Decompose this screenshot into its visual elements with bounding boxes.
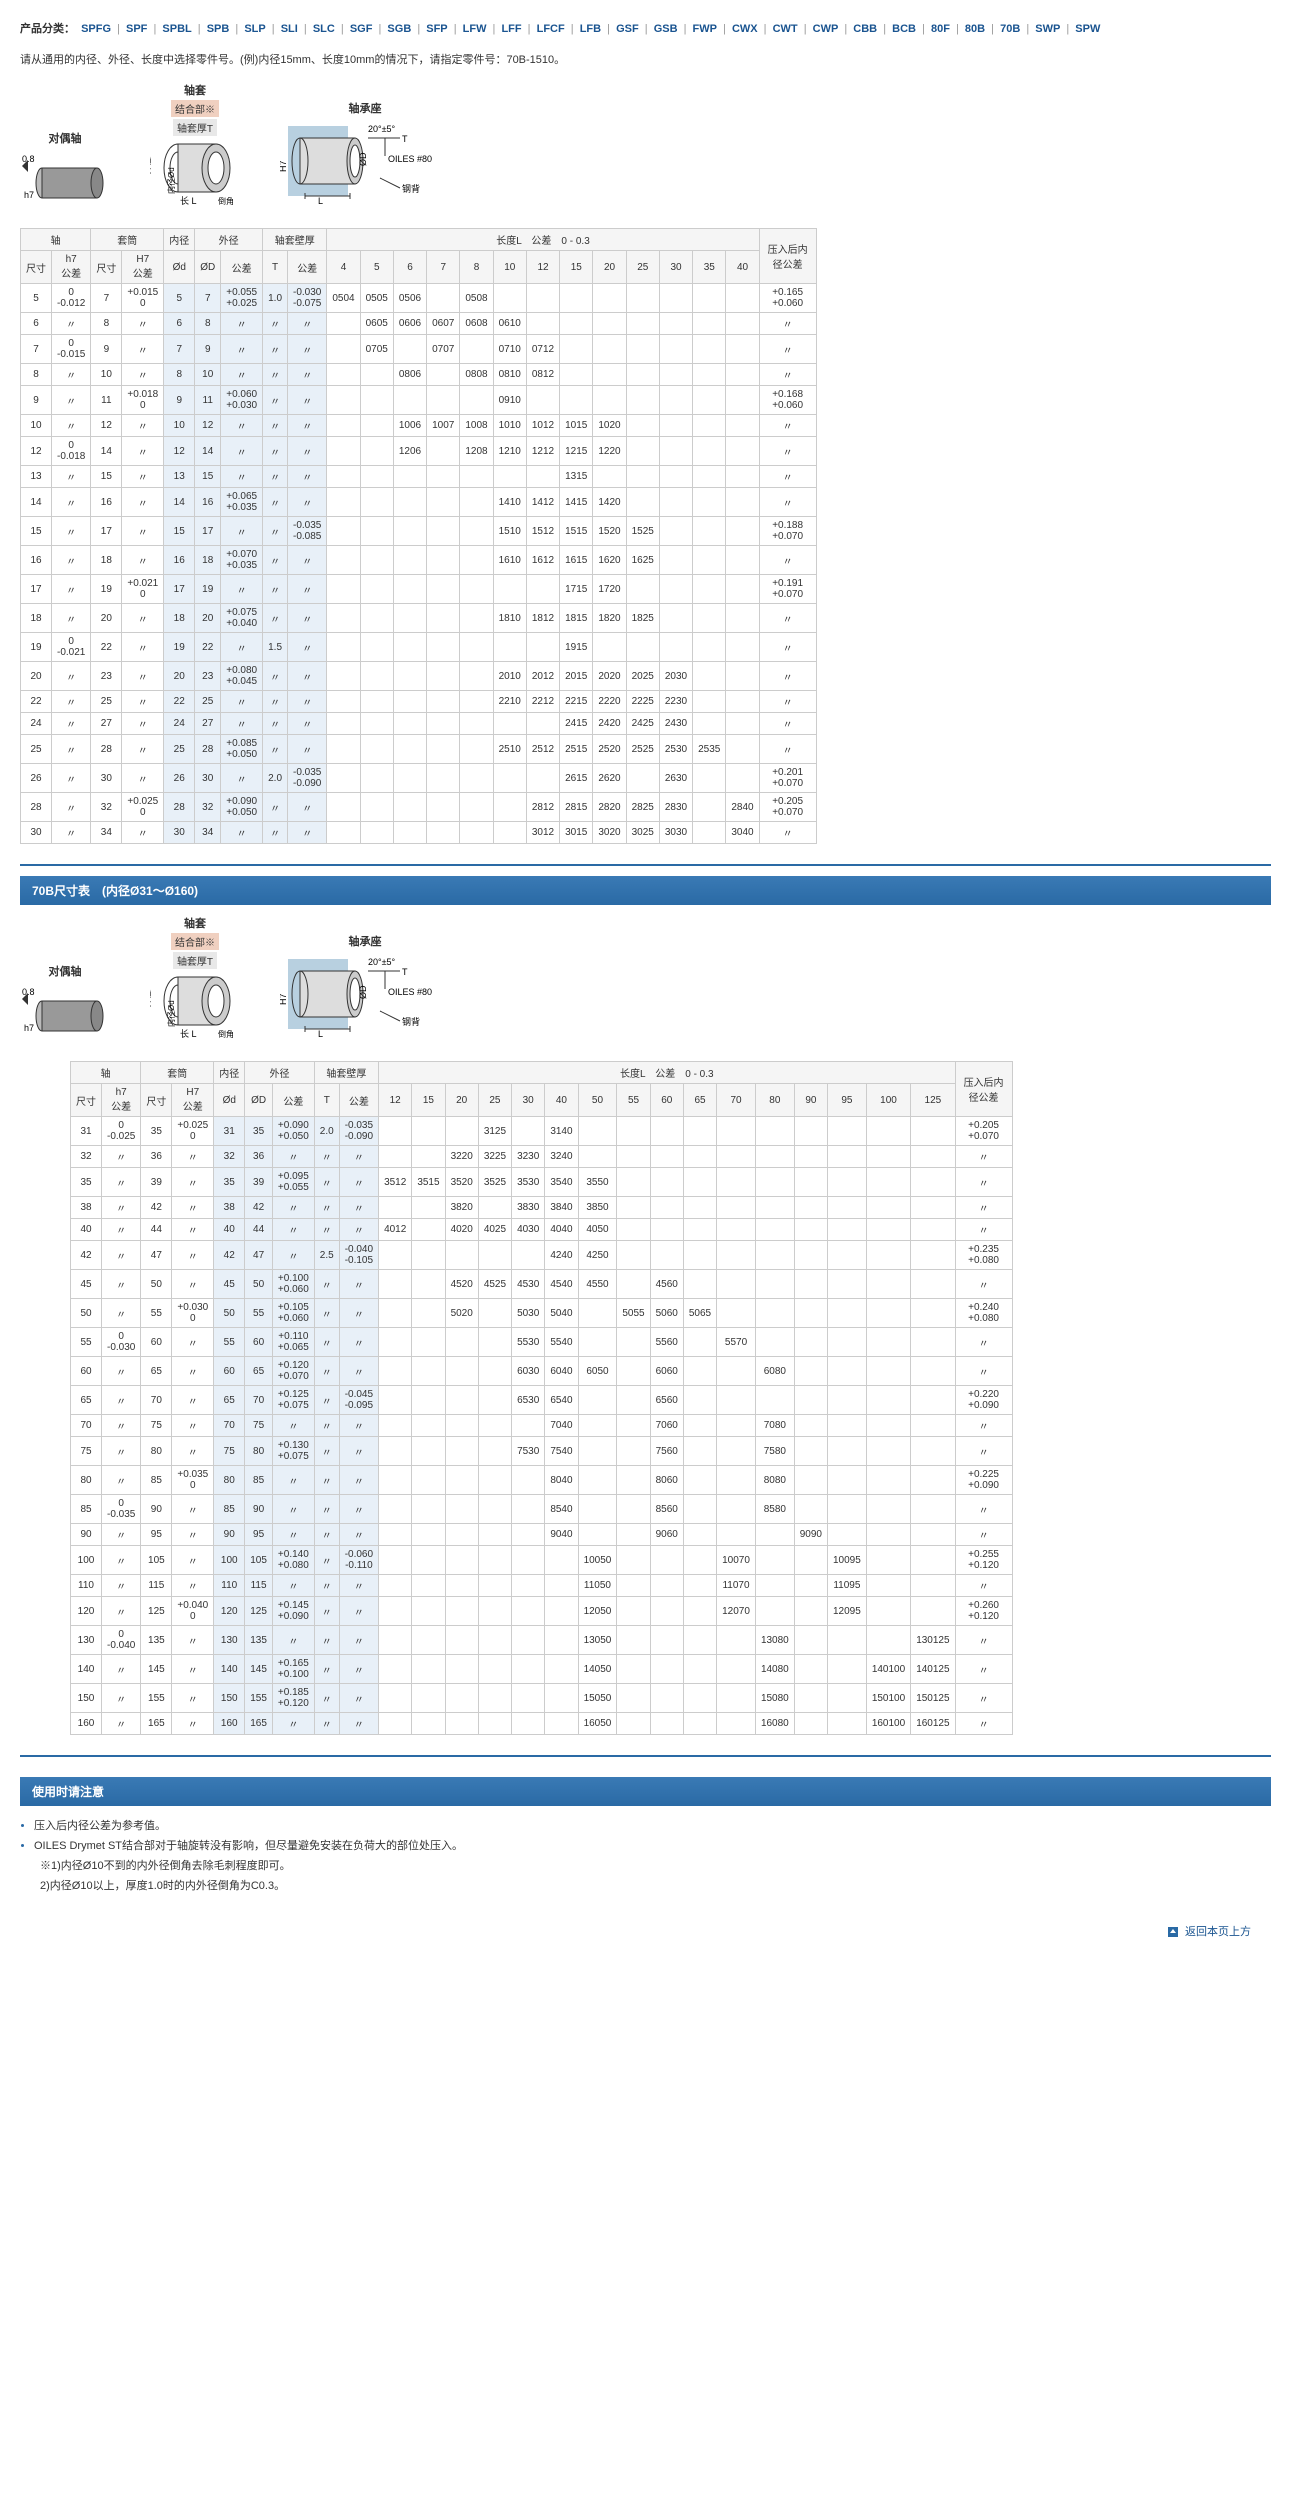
shaft-label: 对偶轴 <box>49 963 82 979</box>
spec-table-2: 轴套筒内径外径轴套壁厚长度L 公差 0 - 0.3压入后内径公差尺寸h7公差尺寸… <box>70 1061 1013 1735</box>
category-link-lfw[interactable]: LFW <box>463 23 487 35</box>
category-link-lff[interactable]: LFF <box>501 23 521 35</box>
category-link-lfcf[interactable]: LFCF <box>537 23 565 35</box>
housing-label: 轴承座 <box>349 100 382 116</box>
svg-text:T: T <box>402 967 408 977</box>
svg-text:钢背: 钢背 <box>402 1016 420 1027</box>
diagram-row-2: 对偶轴 0.8 h7 轴套 结合部※ 轴套厚T 外径ØD 内径Ød 长 L 倒角… <box>20 915 1271 1041</box>
svg-text:长 L: 长 L <box>180 1028 197 1039</box>
svg-text:T: T <box>402 134 408 144</box>
svg-text:H7: H7 <box>280 993 288 1005</box>
category-link-gsb[interactable]: GSB <box>654 23 678 35</box>
svg-text:外径ØD: 外径ØD <box>150 146 152 174</box>
housing-label: 轴承座 <box>349 933 382 949</box>
svg-text:L: L <box>318 1029 323 1039</box>
category-link-spbl[interactable]: SPBL <box>162 23 191 35</box>
svg-text:OILES #80: OILES #80 <box>388 987 432 997</box>
category-link-cbb[interactable]: CBB <box>853 23 877 35</box>
category-link-spfg[interactable]: SPFG <box>81 23 111 35</box>
section-title-2: 70B尺寸表 (内径Ø31～Ø160) <box>20 876 1271 905</box>
category-link-cwp[interactable]: CWP <box>813 23 839 35</box>
category-nav: 产品分类： SPFG | SPF | SPBL | SPB | SLP | SL… <box>20 20 1271 36</box>
svg-text:外径ØD: 外径ØD <box>150 979 152 1007</box>
svg-text:内径Ød: 内径Ød <box>166 1000 176 1027</box>
bushing-label: 轴套 <box>184 82 206 98</box>
category-link-sfp[interactable]: SFP <box>426 23 447 35</box>
category-link-70b[interactable]: 70B <box>1000 23 1020 35</box>
svg-text:长 L: 长 L <box>180 195 197 206</box>
category-link-80f[interactable]: 80F <box>931 23 950 35</box>
fit-label: 结合部※ <box>171 100 219 117</box>
svg-text:倒角: 倒角 <box>218 196 234 206</box>
notes-list: 压入后内径公差为参考值。 OILES Drymet ST结合部对于轴旋转没有影响，… <box>20 1817 1271 1893</box>
arrow-up-icon <box>1168 1927 1178 1937</box>
category-link-cwt[interactable]: CWT <box>773 23 798 35</box>
thickness-label: 轴套厚T <box>173 119 217 136</box>
svg-text:0.8: 0.8 <box>22 154 35 164</box>
svg-text:h7: h7 <box>24 1023 34 1033</box>
category-link-fwp[interactable]: FWP <box>693 23 717 35</box>
category-link-sli[interactable]: SLI <box>281 23 298 35</box>
category-link-spw[interactable]: SPW <box>1075 23 1100 35</box>
svg-text:ØD: ØD <box>358 985 368 999</box>
notes-title: 使用时请注意 <box>20 1777 1271 1806</box>
category-label: 产品分类： <box>20 23 75 35</box>
shaft-diagram-icon: 0.8 h7 <box>20 148 110 208</box>
category-link-bcb[interactable]: BCB <box>892 23 916 35</box>
svg-text:倒角: 倒角 <box>218 1029 234 1039</box>
category-link-gsf[interactable]: GSF <box>616 23 639 35</box>
svg-text:ØD: ØD <box>358 152 368 166</box>
svg-text:20°±5°: 20°±5° <box>368 957 396 967</box>
category-link-slc[interactable]: SLC <box>313 23 335 35</box>
note-item: 2)内径Ø10以上，厚度1.0时的内外径倒角为C0.3。 <box>40 1877 1271 1893</box>
category-link-sgf[interactable]: SGF <box>350 23 373 35</box>
fit-label: 结合部※ <box>171 933 219 950</box>
shaft-label: 对偶轴 <box>49 130 82 146</box>
svg-text:钢背: 钢背 <box>402 183 420 194</box>
svg-text:h7: h7 <box>24 190 34 200</box>
thickness-label: 轴套厚T <box>173 952 217 969</box>
instruction-text: 请从通用的内径、外径、长度中选择零件号。(例)内径15mm、长度10mm的情况下… <box>20 51 1271 67</box>
svg-text:H7: H7 <box>280 160 288 172</box>
bushing-diagram-icon: 外径ØD 内径Ød 长 L 倒角 <box>150 971 240 1041</box>
bushing-label: 轴套 <box>184 915 206 931</box>
svg-text:L: L <box>318 196 323 206</box>
svg-text:OILES #80: OILES #80 <box>388 154 432 164</box>
category-link-slp[interactable]: SLP <box>244 23 265 35</box>
category-link-cwx[interactable]: CWX <box>732 23 758 35</box>
category-link-sgb[interactable]: SGB <box>387 23 411 35</box>
housing-diagram-icon: H7 20°±5° T OILES #80 钢背 ØD L <box>280 951 450 1041</box>
spec-table-1: 轴套筒内径外径轴套壁厚长度L 公差 0 - 0.3压入后内径公差尺寸h7公差尺寸… <box>20 228 817 844</box>
back-to-top[interactable]: 返回本页上方 <box>20 1923 1271 1939</box>
category-link-spf[interactable]: SPF <box>126 23 147 35</box>
bushing-diagram-icon: 外径ØD 内径Ød 长 L 倒角 <box>150 138 240 208</box>
category-link-80b[interactable]: 80B <box>965 23 985 35</box>
svg-text:内径Ød: 内径Ød <box>166 167 176 194</box>
shaft-diagram-icon: 0.8 h7 <box>20 981 110 1041</box>
diagram-row-1: 对偶轴 0.8 h7 轴套 结合部※ 轴套厚T 外径ØD 内径Ød 长 L 倒角… <box>20 82 1271 208</box>
svg-text:0.8: 0.8 <box>22 987 35 997</box>
footer-label: 返回本页上方 <box>1185 1926 1251 1938</box>
category-link-spb[interactable]: SPB <box>207 23 230 35</box>
category-link-lfb[interactable]: LFB <box>580 23 601 35</box>
housing-diagram-icon: H7 20°±5° T OILES #80 钢背 ØD L <box>280 118 450 208</box>
note-item: ※1)内径Ø10不到的内外径倒角去除毛刺程度即可。 <box>40 1857 1271 1873</box>
category-link-swp[interactable]: SWP <box>1035 23 1060 35</box>
note-item: OILES Drymet ST结合部对于轴旋转没有影响，但尽量避免安装在负荷大的… <box>34 1837 1271 1853</box>
note-item: 压入后内径公差为参考值。 <box>34 1817 1271 1833</box>
svg-text:20°±5°: 20°±5° <box>368 124 396 134</box>
